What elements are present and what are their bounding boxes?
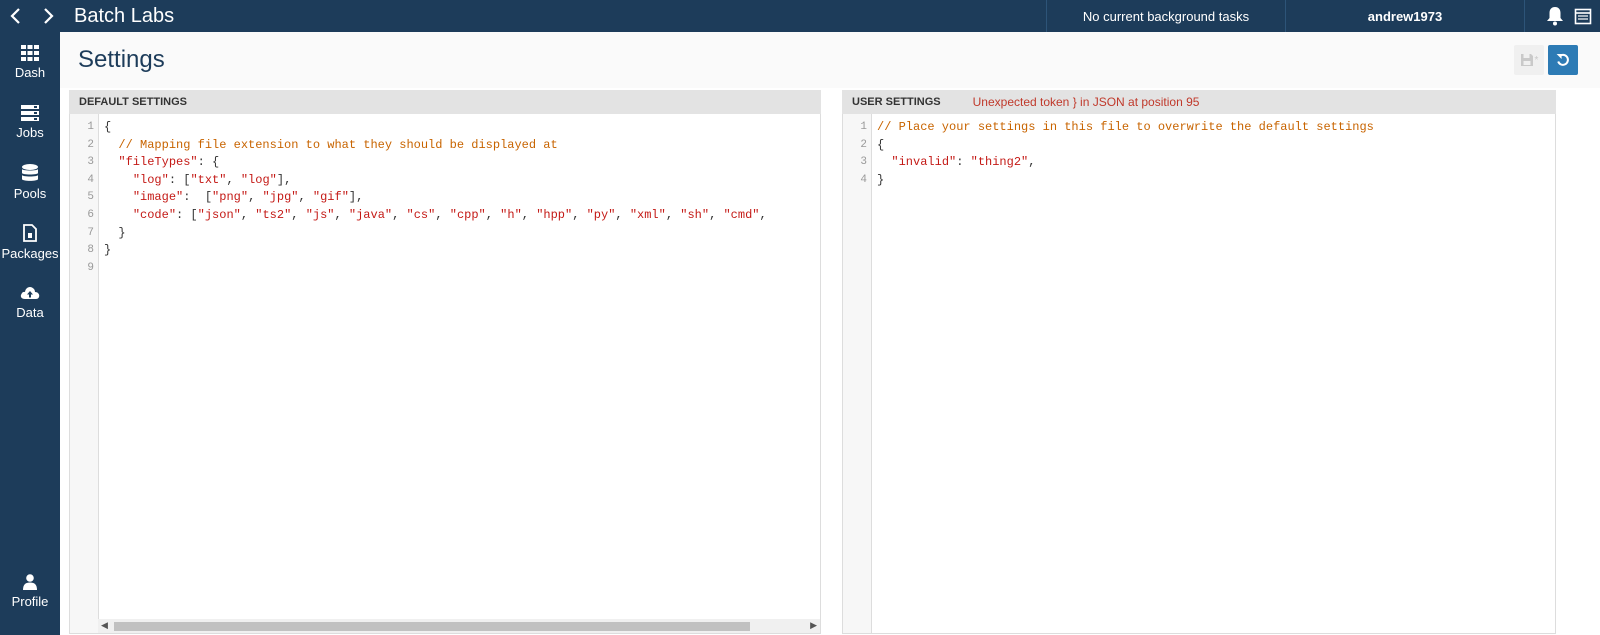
account-name[interactable]: andrew1973 xyxy=(1286,0,1525,32)
bell-icon xyxy=(1547,7,1563,26)
chevron-left-icon xyxy=(10,8,20,24)
line-number: 1 xyxy=(860,121,867,133)
floppy-disk-icon xyxy=(1520,54,1533,66)
json-error-message: Unexpected token } in JSON at position 9… xyxy=(972,95,1200,109)
line-number: 2 xyxy=(860,138,867,151)
code-line: } xyxy=(877,172,885,187)
calendar-button[interactable] xyxy=(1572,5,1594,27)
line-number: 4 xyxy=(860,173,867,186)
code-line: "code": ["json", "ts2", "js", "java", "c… xyxy=(132,208,767,222)
forward-button[interactable] xyxy=(32,0,64,32)
calendar-icon xyxy=(1574,8,1592,25)
sidebar-item-label: Pools xyxy=(13,185,47,201)
sidebar-item-label: Data xyxy=(16,304,44,320)
line-number: 8 xyxy=(87,244,94,257)
user-settings-editor[interactable]: 1 // Place your settings in this file to … xyxy=(842,114,1556,634)
line-number: 1 xyxy=(87,121,94,133)
page-header: Settings * xyxy=(60,32,1600,88)
code-line: } xyxy=(104,225,126,240)
code-line: "log": ["txt", "log"], xyxy=(132,172,292,187)
user-settings-panel: USER SETTINGS Unexpected token } in JSON… xyxy=(842,90,1556,634)
code-line: } xyxy=(104,243,112,258)
chevron-right-icon xyxy=(44,8,54,24)
database-icon xyxy=(22,163,38,181)
asterisk-icon: * xyxy=(1534,54,1539,66)
sidebar: Dash Jobs Pools Packages Data Profile xyxy=(0,32,60,635)
sidebar-item-label: Profile xyxy=(11,593,49,609)
line-number-gutter xyxy=(843,114,872,633)
app-title: Batch Labs xyxy=(74,4,175,27)
user-icon xyxy=(23,573,37,590)
code-line: "invalid": "thing2", xyxy=(891,155,1036,170)
sidebar-item-pools[interactable]: Pools xyxy=(0,152,60,212)
cloud-upload-icon xyxy=(20,286,40,299)
panel-header: USER SETTINGS Unexpected token } in JSON… xyxy=(842,90,1556,114)
default-settings-editor[interactable]: ◀ ▶ 1 {2 // Mapping file extension to wha… xyxy=(69,114,821,634)
scroll-left-icon[interactable]: ◀ xyxy=(101,620,108,631)
background-tasks-status[interactable]: No current background tasks xyxy=(1046,0,1286,32)
sidebar-item-packages[interactable]: Packages xyxy=(0,212,60,272)
scrollbar-thumb[interactable] xyxy=(114,622,750,631)
sidebar-item-label: Dash xyxy=(14,64,46,80)
scroll-right-icon[interactable]: ▶ xyxy=(810,620,817,631)
save-button[interactable]: * xyxy=(1514,45,1544,75)
top-bar: Batch Labs No current background tasks a… xyxy=(0,0,1600,32)
grid-icon xyxy=(21,44,39,61)
main-content: Settings * DEFAULT SETTINGS ◀ ▶ 1 {2 // M… xyxy=(60,32,1600,635)
code-line: "image": ["png", "jpg", "gif"], xyxy=(132,190,364,205)
refresh-icon xyxy=(1556,53,1569,66)
panel-title: DEFAULT SETTINGS xyxy=(69,90,821,114)
sidebar-item-dash[interactable]: Dash xyxy=(0,32,60,92)
default-settings-panel: DEFAULT SETTINGS ◀ ▶ 1 {2 // Mapping file… xyxy=(69,90,821,634)
sidebar-item-jobs[interactable]: Jobs xyxy=(0,92,60,152)
file-icon xyxy=(23,223,37,242)
horizontal-scrollbar[interactable]: ◀ ▶ xyxy=(98,619,820,633)
line-number: 3 xyxy=(87,156,94,169)
code-line: // Mapping file extension to what they s… xyxy=(118,137,558,152)
line-number: 4 xyxy=(87,173,94,186)
line-number: 5 xyxy=(87,191,94,204)
panel-title: USER SETTINGS xyxy=(852,96,941,108)
line-number: 7 xyxy=(87,226,94,239)
line-number: 2 xyxy=(87,138,94,151)
reset-button[interactable] xyxy=(1548,45,1578,75)
back-button[interactable] xyxy=(0,0,32,32)
code-line: // Place your settings in this file to o… xyxy=(877,120,1374,134)
code-line: { xyxy=(877,137,885,152)
line-number: 6 xyxy=(87,209,94,221)
sidebar-item-label: Packages xyxy=(1,245,59,261)
line-number: 3 xyxy=(860,156,867,169)
page-title: Settings xyxy=(78,46,165,73)
code-line: { xyxy=(104,120,112,134)
sidebar-item-label: Jobs xyxy=(16,124,44,140)
line-number: 9 xyxy=(87,261,94,274)
sidebar-item-profile[interactable]: Profile xyxy=(0,561,60,621)
code-line: "fileTypes": { xyxy=(118,155,220,170)
server-icon xyxy=(21,104,39,121)
sidebar-item-data[interactable]: Data xyxy=(0,272,60,332)
notifications-button[interactable] xyxy=(1544,5,1566,27)
